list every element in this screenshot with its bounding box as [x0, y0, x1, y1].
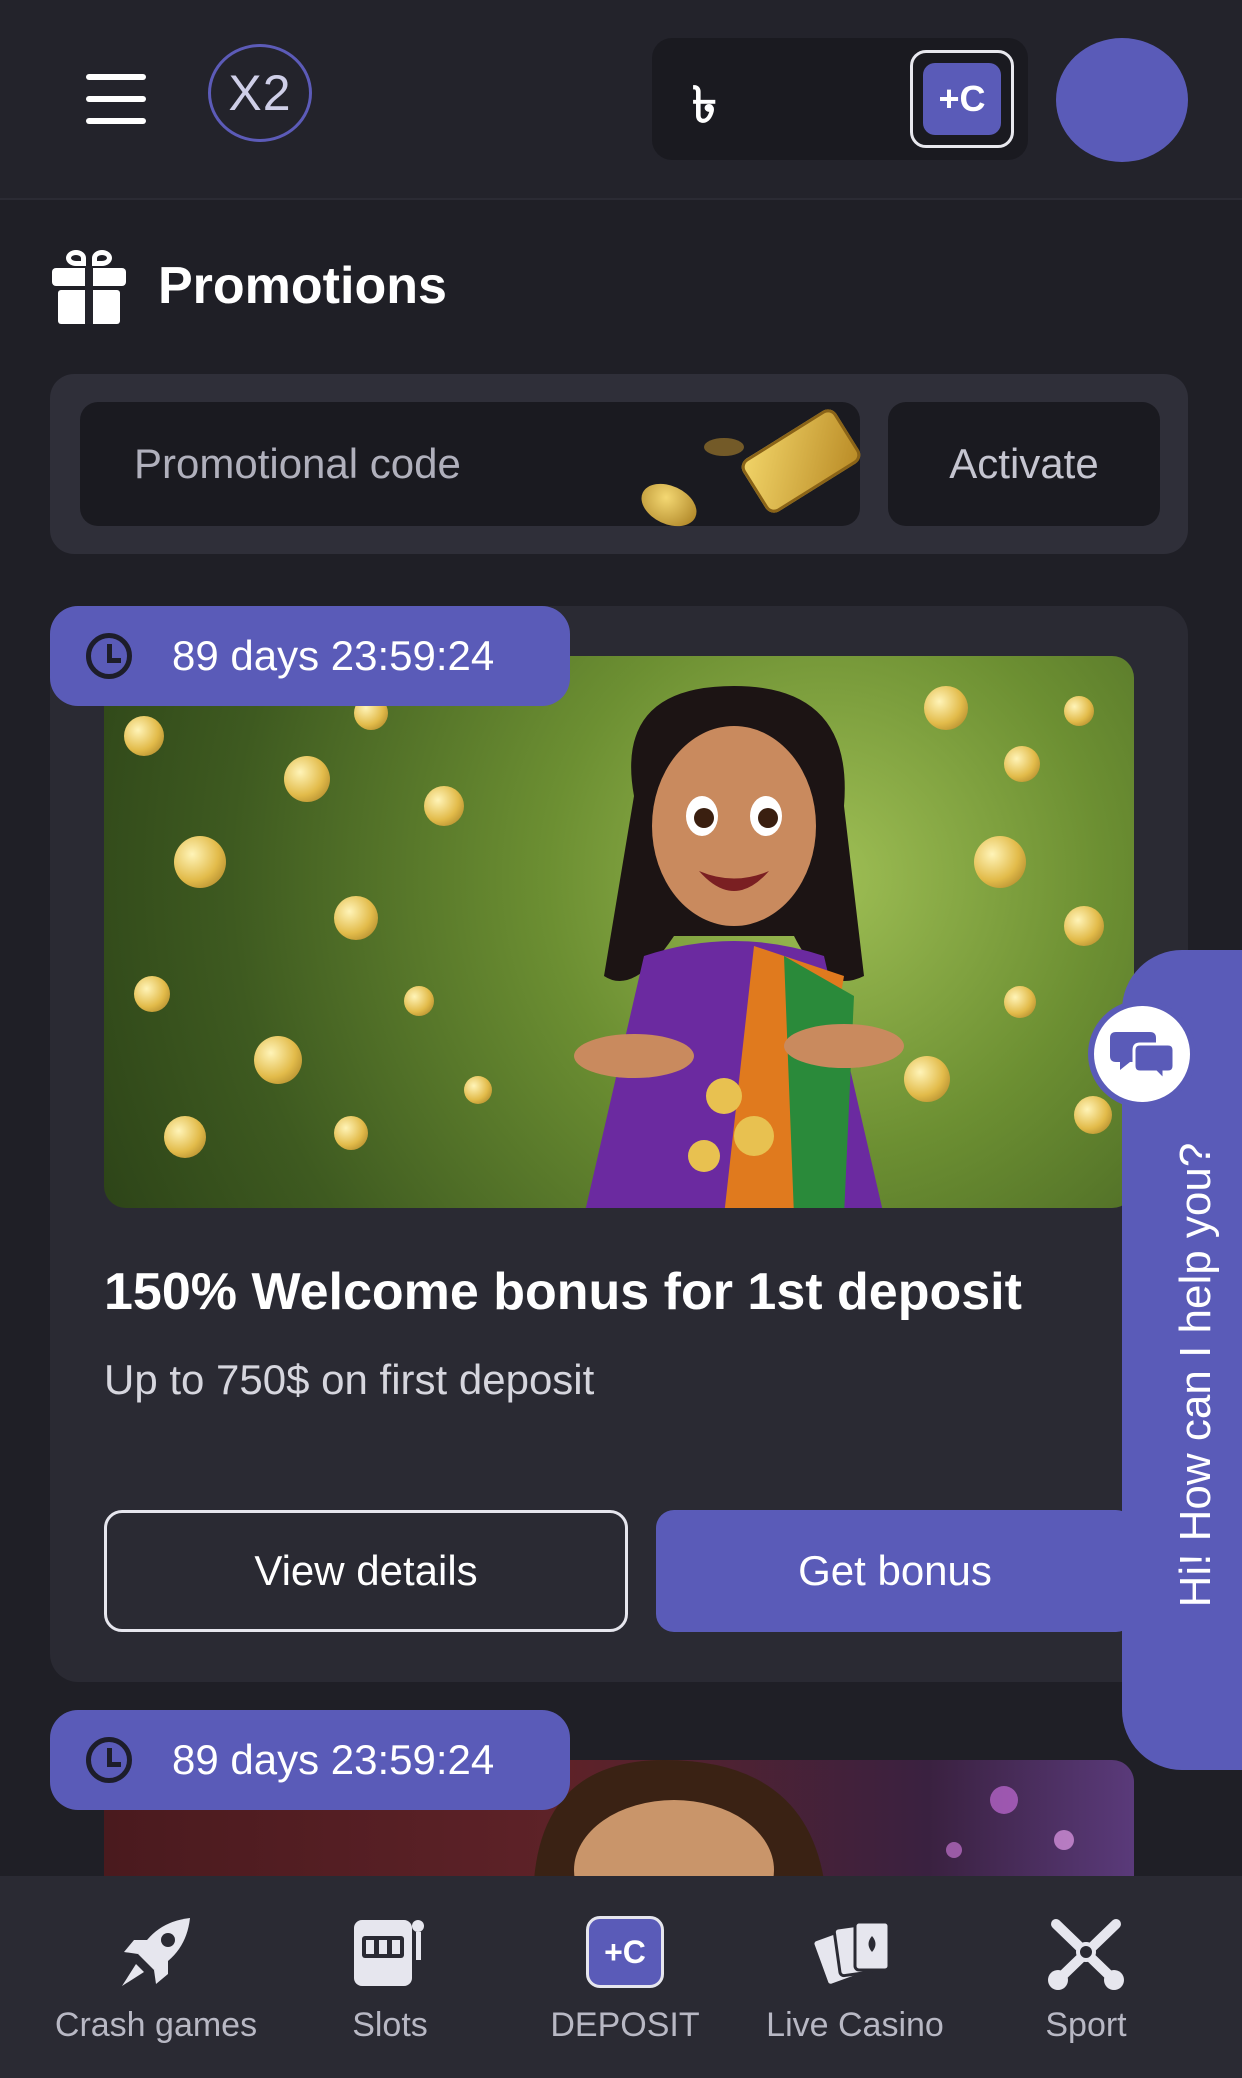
- chat-icon[interactable]: [1088, 1000, 1196, 1108]
- menu-icon[interactable]: [86, 74, 146, 124]
- promo-title: 150% Welcome bonus for 1st deposit: [104, 1263, 1022, 1321]
- rocket-icon: [114, 1910, 198, 1994]
- gift-icon: [52, 248, 126, 324]
- ticket-icon: [737, 405, 865, 517]
- nav-slots[interactable]: Slots: [310, 1876, 470, 2078]
- character-illustration: [574, 686, 904, 1208]
- nav-crash-games[interactable]: Crash games: [50, 1876, 262, 2078]
- nav-label: Live Casino: [766, 2006, 944, 2044]
- activate-button[interactable]: Activate: [888, 402, 1160, 526]
- view-details-button[interactable]: View details: [104, 1510, 628, 1632]
- currency-icon: ৳: [692, 77, 717, 133]
- promotions-heading: Promotions: [158, 257, 447, 315]
- nav-sport[interactable]: Sport: [1028, 1876, 1144, 2078]
- countdown-badge: 89 days 23:59:24: [50, 1710, 570, 1810]
- clock-icon: [86, 633, 132, 679]
- nav-label: Crash games: [54, 2006, 258, 2044]
- coin-decoration: [704, 438, 744, 456]
- countdown-text: 89 days 23:59:24: [172, 632, 495, 679]
- wallet-balance[interactable]: ৳ +C: [652, 38, 1028, 160]
- promo-code-placeholder: Promotional code: [134, 440, 461, 487]
- promo-code-panel: Promotional code Activate: [50, 374, 1188, 554]
- coin-decoration: [634, 475, 704, 535]
- slot-machine-icon: [348, 1910, 432, 1994]
- nav-label: DEPOSIT: [550, 2006, 700, 2044]
- avatar[interactable]: [1056, 38, 1188, 162]
- countdown-badge: 89 days 23:59:24: [50, 606, 570, 706]
- page-title: Promotions: [52, 248, 447, 324]
- nav-label: Slots: [352, 2006, 428, 2044]
- deposit-button[interactable]: +C: [910, 50, 1014, 148]
- logo[interactable]: X2: [208, 44, 312, 142]
- deposit-icon: +C: [583, 1910, 667, 1994]
- promo-banner-image: [104, 656, 1134, 1208]
- clock-icon: [86, 1737, 132, 1783]
- cards-icon: [813, 1910, 897, 1994]
- nav-live-casino[interactable]: Live Casino: [756, 1876, 954, 2078]
- sport-icon: [1044, 1910, 1128, 1994]
- nav-label: Sport: [1045, 2006, 1127, 2044]
- top-bar: X2 ৳ +C: [0, 0, 1242, 200]
- get-bonus-button[interactable]: Get bonus: [656, 1510, 1134, 1632]
- wallet-add-icon: +C: [923, 63, 1001, 135]
- countdown-text: 89 days 23:59:24: [172, 1736, 495, 1783]
- help-text: Hi! How can I help you?: [1171, 1142, 1220, 1608]
- promo-code-input[interactable]: Promotional code: [80, 402, 865, 535]
- bottom-nav: Crash games Slots +C DEPOSIT Live Casino…: [0, 1876, 1242, 2078]
- nav-deposit[interactable]: +C DEPOSIT: [540, 1876, 710, 2078]
- promo-subtitle: Up to 750$ on first deposit: [104, 1356, 595, 1403]
